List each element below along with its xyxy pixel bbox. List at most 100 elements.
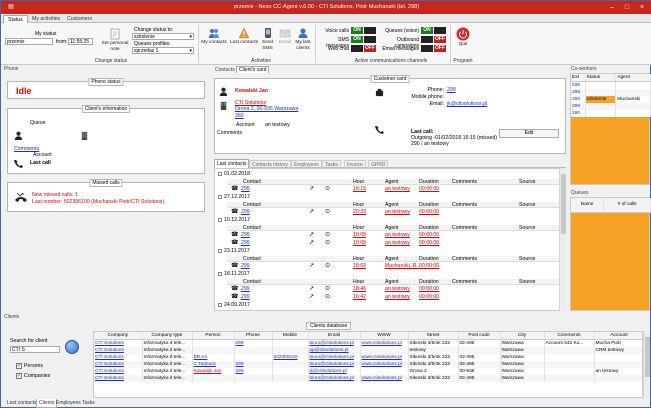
client-www[interactable] <box>360 347 409 354</box>
contact-row[interactable]: ☎ 299 ↗ ⊙ 20:33 an testowy 00:00:00 <box>227 209 562 216</box>
maximize-icon[interactable]: □ <box>619 1 635 14</box>
client-phone[interactable]: 299 <box>234 339 273 347</box>
play-recording-icon[interactable]: ⊙ <box>325 293 330 300</box>
col-header[interactable]: Comments <box>452 225 477 231</box>
tab-last-contacts[interactable]: Last contacts <box>214 159 250 168</box>
play-recording-icon[interactable]: ⊙ <box>325 208 330 215</box>
col-header[interactable]: Agent <box>385 256 399 262</box>
send-sms-button[interactable]: Send SMS <box>259 27 276 51</box>
col-header[interactable]: Duration <box>419 256 439 262</box>
email-messages-toggle[interactable] <box>421 45 433 52</box>
bottom-tab-last-contacts[interactable]: Last contacts <box>5 399 38 408</box>
col-header[interactable]: Comments <box>452 179 477 185</box>
edit-button[interactable]: Edit <box>499 129 559 138</box>
tab-contacts[interactable]: Contacts <box>215 67 235 73</box>
client-www[interactable]: www.ctisolutions.pl <box>360 354 409 361</box>
play-recording-icon[interactable]: ⊙ <box>325 285 330 292</box>
collapse-toggle-icon[interactable] <box>218 272 222 276</box>
contact-duration[interactable]: 00:00:00 <box>419 286 439 292</box>
contact-duration[interactable]: 00:00:00 <box>419 294 439 300</box>
tab-clients-card[interactable]: Client's card <box>236 66 270 73</box>
client-company[interactable]: CTI Solutions <box>94 354 143 361</box>
col-header[interactable]: Contact <box>243 256 261 262</box>
col-header[interactable]: Hour <box>353 202 364 208</box>
app-menu-icon[interactable]: ▤ <box>3 1 19 14</box>
contact-row[interactable]: ☎ 299 ↗ ⊙ 16:15 an testowy 00:00:00 <box>227 186 562 193</box>
email-button[interactable]: Email <box>277 27 293 46</box>
col-header[interactable]: Company <box>94 332 143 340</box>
contact-row[interactable]: ☎ 299 ↗ ⊙ 10:09 an testowy 00:00:00 <box>227 240 562 247</box>
collapse-toggle-icon[interactable] <box>218 195 222 199</box>
client-www[interactable]: www.ctisolutions.pl <box>360 361 409 368</box>
client-person[interactable]: Kowalski Jan <box>192 368 235 375</box>
col-header[interactable]: Source <box>519 256 535 262</box>
date-group[interactable]: 23.11.2017 <box>224 248 250 254</box>
bottom-tab-tasks[interactable]: Tasks <box>80 399 97 408</box>
col-header[interactable]: Comments <box>452 202 477 208</box>
contact-agent[interactable]: an testowy <box>385 209 410 215</box>
col-header[interactable]: Agent <box>385 279 399 285</box>
col-header[interactable]: Contact <box>243 202 261 208</box>
client-phone[interactable] <box>234 354 273 361</box>
contact-duration[interactable]: 00:00:00 <box>419 232 439 238</box>
client-mobile[interactable] <box>272 368 309 375</box>
tab-invoice[interactable]: Invoice <box>344 160 366 168</box>
sms-messages-status[interactable]: ON <box>351 36 363 43</box>
contact-hour[interactable]: 16:42 <box>353 294 366 300</box>
contact-agent[interactable]: an testowy <box>385 294 410 300</box>
col-header[interactable]: Source <box>519 279 535 285</box>
client-row[interactable]: CTI Solutions Informatyka it tele... BB AA… <box>94 354 642 361</box>
contact-row[interactable]: ☎ 299 ↗ ⊙ 18:46 an testowy 00:00:00 <box>227 286 562 293</box>
client-mobile[interactable]: 502306100 <box>272 354 309 361</box>
tab-my-activities[interactable]: My activities <box>28 15 64 23</box>
col-header[interactable]: Source <box>519 202 535 208</box>
my-contacts-button[interactable]: My contacts <box>200 27 228 46</box>
contact-duration[interactable]: 00:00:00 <box>419 186 439 192</box>
date-group[interactable]: 10.12.2017 <box>224 217 250 223</box>
web-chat-toggle[interactable] <box>351 45 363 52</box>
col-header[interactable]: Duration <box>419 279 439 285</box>
client-www[interactable]: www.ctisolutions.pl <box>360 375 409 382</box>
date-group[interactable]: 24.09.2017 <box>224 302 250 308</box>
tab-status[interactable]: Status <box>3 15 28 23</box>
queues-voice-status[interactable]: ON <box>421 27 433 34</box>
play-recording-icon[interactable]: ⊙ <box>325 231 330 238</box>
client-person[interactable] <box>192 347 235 354</box>
client-mobile[interactable] <box>272 375 309 382</box>
client-phone[interactable]: 299 <box>234 368 273 375</box>
my-last-clients-button[interactable]: My last clients <box>293 27 313 51</box>
client-row[interactable]: CTI Solutions Informatyka it tele... C Tad… <box>94 361 642 368</box>
col-header[interactable]: Person <box>192 332 235 340</box>
outbound-status[interactable]: OFF <box>434 36 446 43</box>
client-person[interactable]: BB AA <box>192 354 235 361</box>
email-value[interactable]: jk@ctisolutions.pl <box>447 101 487 107</box>
tab-gprd[interactable]: GPRD <box>368 160 389 168</box>
client-row[interactable]: CTI Solutions Informatyka it tele... pp@ct… <box>94 347 642 354</box>
client-company[interactable]: CTI Solutions <box>94 368 143 375</box>
collapse-toggle-icon[interactable] <box>218 303 222 307</box>
client-email[interactable]: biuro@ctisolutions.pl <box>308 354 361 361</box>
play-recording-icon[interactable]: ⊙ <box>325 239 330 246</box>
col-ext[interactable]: Ext <box>571 74 586 82</box>
contact-hour[interactable]: 16:15 <box>353 186 366 192</box>
client-mobile[interactable] <box>272 339 309 347</box>
from-field[interactable]: 11:55:25 <box>68 38 93 45</box>
web-chat-status[interactable]: OFF <box>364 45 376 52</box>
col-header[interactable]: Duration <box>419 202 439 208</box>
col-header[interactable]: Post code <box>458 332 501 340</box>
tab-employees[interactable]: Employees <box>291 160 322 168</box>
col-calls[interactable]: # of calls <box>603 198 651 213</box>
contact-agent[interactable]: an testowy <box>385 240 410 246</box>
client-company[interactable]: CTI Solutions <box>94 375 143 382</box>
coworker-row[interactable]: 290 <box>571 110 651 117</box>
contact-duration[interactable]: 00:00:00 <box>419 209 439 215</box>
contact-hour[interactable]: 18:46 <box>353 286 366 292</box>
col-header[interactable]: Comments <box>452 256 477 262</box>
outbound-toggle[interactable] <box>421 36 433 43</box>
sms-messages-toggle[interactable] <box>364 36 376 43</box>
lost-contacts-button[interactable]: Lost contacts <box>229 27 259 46</box>
client-company[interactable]: CTI Solutions <box>94 339 143 347</box>
col-header[interactable]: Agent <box>385 179 399 185</box>
col-header[interactable]: Agent <box>385 225 399 231</box>
col-header[interactable]: Comments <box>544 332 595 340</box>
